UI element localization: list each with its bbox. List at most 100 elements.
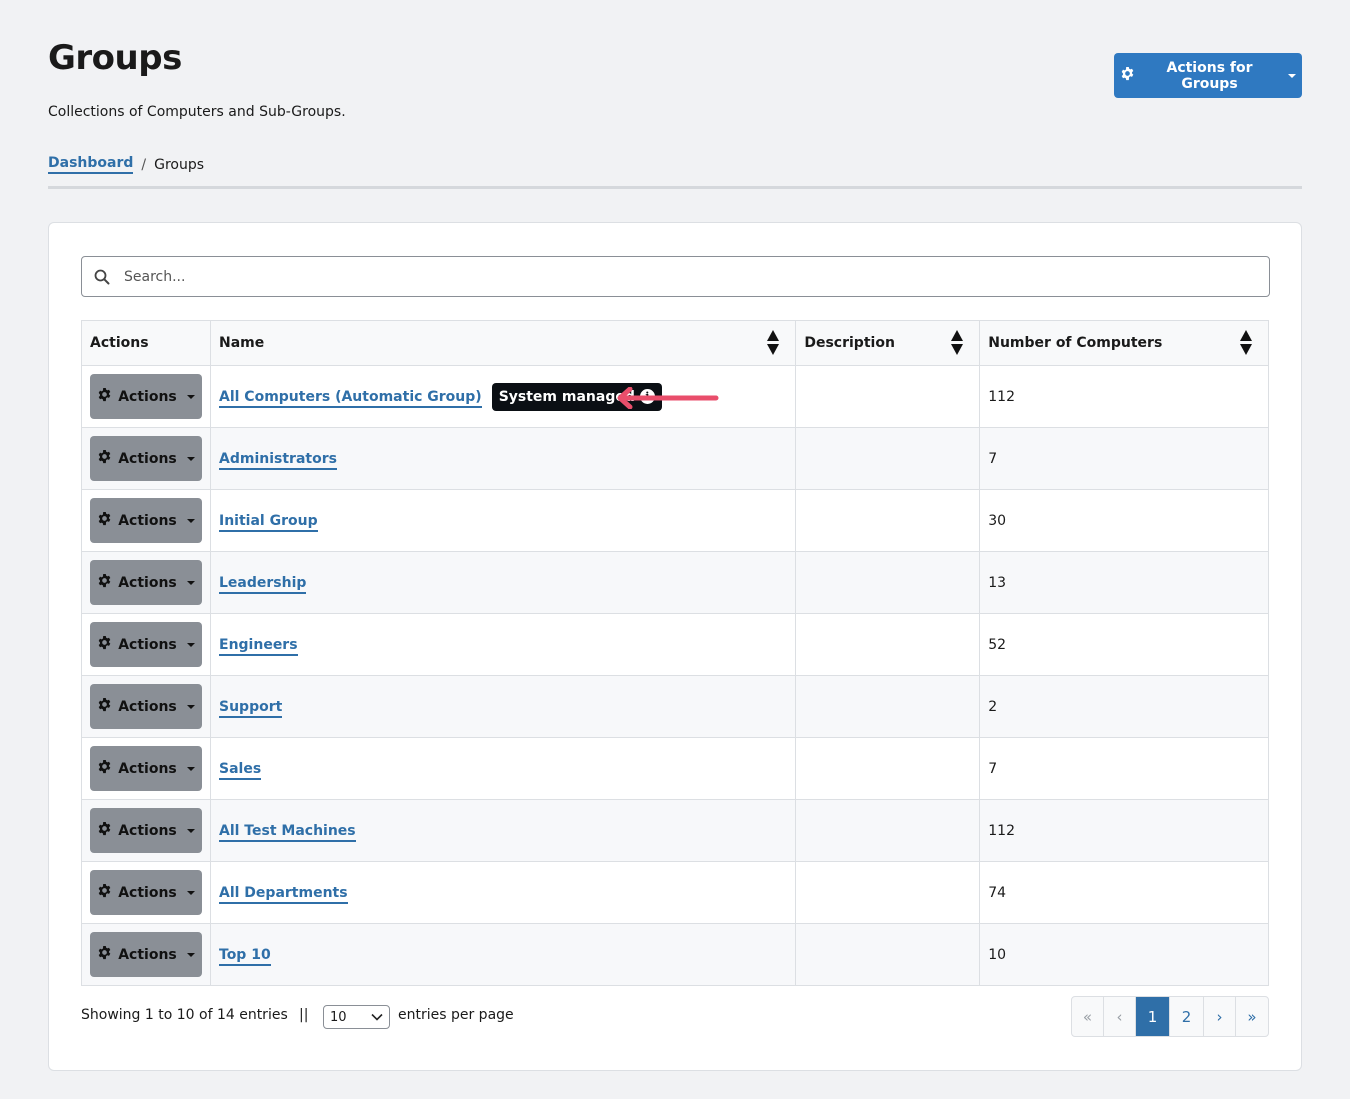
- row-actions-button[interactable]: Actions: [90, 622, 202, 667]
- row-actions-label: Actions: [118, 512, 177, 529]
- row-actions-button[interactable]: Actions: [90, 374, 202, 419]
- row-actions-label: Actions: [118, 822, 177, 839]
- table-row: Actions Top 10 10: [81, 923, 1269, 986]
- row-actions-button[interactable]: Actions: [90, 684, 202, 729]
- row-actions-button[interactable]: Actions: [90, 746, 202, 791]
- group-name-link[interactable]: Engineers: [219, 636, 298, 656]
- table-row: Actions All Test Machines 112: [81, 799, 1269, 862]
- caret-down-icon: [186, 394, 195, 399]
- description-cell: [795, 799, 981, 862]
- table-row: Actions Initial Group 30: [81, 489, 1269, 552]
- description-cell: [795, 613, 981, 676]
- table-row: Actions Engineers 52: [81, 613, 1269, 676]
- gear-icon: [97, 759, 112, 778]
- table-row: Actions Leadership 13: [81, 551, 1269, 614]
- actions-cell: Actions: [81, 675, 211, 738]
- sort-icon[interactable]: [767, 330, 780, 357]
- header-divider: [48, 186, 1302, 189]
- group-name-link[interactable]: Top 10: [219, 946, 271, 966]
- count-cell: 13: [979, 551, 1269, 614]
- row-actions-label: Actions: [118, 946, 177, 963]
- row-actions-button[interactable]: Actions: [90, 808, 202, 853]
- gear-icon: [97, 635, 112, 654]
- count-cell: 74: [979, 861, 1269, 924]
- last-page-button[interactable]: »: [1236, 997, 1268, 1036]
- description-cell: [795, 675, 981, 738]
- count-cell: 30: [979, 489, 1269, 552]
- page-button-2[interactable]: 2: [1170, 997, 1204, 1036]
- next-page-button[interactable]: ›: [1204, 997, 1236, 1036]
- actions-cell: Actions: [81, 365, 211, 428]
- gear-icon: [97, 883, 112, 902]
- actions-cell: Actions: [81, 923, 211, 986]
- row-actions-button[interactable]: Actions: [90, 560, 202, 605]
- annotation-arrow: [617, 387, 719, 409]
- name-cell: Leadership: [209, 551, 797, 614]
- per-page-select[interactable]: 10: [323, 1005, 390, 1029]
- group-name-link[interactable]: Leadership: [219, 574, 307, 594]
- count-cell: 2: [979, 675, 1269, 738]
- gear-icon: [97, 945, 112, 964]
- per-page-label: entries per page: [398, 1007, 514, 1023]
- row-actions-button[interactable]: Actions: [90, 436, 202, 481]
- name-cell: All Computers (Automatic Group) System ma…: [209, 365, 797, 428]
- description-cell: [795, 365, 981, 428]
- row-actions-label: Actions: [118, 574, 177, 591]
- row-actions-label: Actions: [118, 450, 177, 467]
- column-header-label: Number of Computers: [988, 335, 1163, 351]
- prev-page-button[interactable]: ‹: [1104, 997, 1136, 1036]
- description-cell: [795, 489, 981, 552]
- breadcrumb-dashboard-link[interactable]: Dashboard: [48, 155, 134, 174]
- sort-icon[interactable]: [1240, 330, 1252, 357]
- breadcrumb-separator: /: [141, 156, 147, 173]
- column-header-count[interactable]: Number of Computers: [979, 320, 1269, 366]
- actions-for-groups-button[interactable]: Actions for Groups: [1114, 53, 1302, 98]
- group-name-link[interactable]: All Test Machines: [219, 822, 356, 842]
- description-cell: [795, 861, 981, 924]
- row-actions-label: Actions: [118, 760, 177, 777]
- search-input[interactable]: [122, 257, 1269, 296]
- groups-table: Actions Name Description Number of Compu…: [81, 320, 1269, 986]
- name-cell: Support: [209, 675, 797, 738]
- page-title: Groups: [48, 38, 182, 78]
- name-cell: Administrators: [209, 427, 797, 490]
- chevron-down-icon: [371, 1010, 383, 1025]
- row-actions-label: Actions: [118, 636, 177, 653]
- caret-down-icon: [186, 642, 195, 647]
- group-name-link[interactable]: Administrators: [219, 450, 337, 470]
- row-actions-label: Actions: [118, 698, 177, 715]
- caret-down-icon: [186, 518, 195, 523]
- group-name-link[interactable]: Support: [219, 698, 283, 718]
- row-actions-button[interactable]: Actions: [90, 870, 202, 915]
- actions-cell: Actions: [81, 737, 211, 800]
- caret-down-icon: [186, 828, 195, 833]
- name-cell: Engineers: [209, 613, 797, 676]
- name-cell: Initial Group: [209, 489, 797, 552]
- group-name-link[interactable]: Sales: [219, 760, 262, 780]
- count-cell: 7: [979, 737, 1269, 800]
- name-cell: All Test Machines: [209, 799, 797, 862]
- sort-icon[interactable]: [951, 330, 964, 357]
- first-page-button[interactable]: «: [1072, 997, 1104, 1036]
- gear-icon: [97, 573, 112, 592]
- table-footer: Showing 1 to 10 of 14 entries || 10 entr…: [81, 996, 1269, 1037]
- gear-icon: [97, 449, 112, 468]
- row-actions-label: Actions: [118, 388, 177, 405]
- caret-down-icon: [186, 952, 195, 957]
- page-button-1[interactable]: 1: [1136, 997, 1170, 1036]
- table-header-row: Actions Name Description Number of Compu…: [81, 320, 1269, 366]
- row-actions-button[interactable]: Actions: [90, 498, 202, 543]
- group-name-link[interactable]: All Computers (Automatic Group): [219, 388, 482, 408]
- count-cell: 10: [979, 923, 1269, 986]
- group-name-link[interactable]: All Departments: [219, 884, 348, 904]
- badge-label: System managed: [498, 388, 635, 405]
- actions-for-groups-label: Actions for Groups: [1166, 59, 1253, 92]
- search-icon: [82, 269, 122, 285]
- row-actions-button[interactable]: Actions: [90, 932, 202, 977]
- description-cell: [795, 923, 981, 986]
- group-name-link[interactable]: Initial Group: [219, 512, 318, 532]
- name-cell: All Departments: [209, 861, 797, 924]
- caret-down-icon: [1288, 73, 1296, 78]
- column-header-description[interactable]: Description: [795, 320, 981, 366]
- column-header-name[interactable]: Name: [209, 320, 797, 366]
